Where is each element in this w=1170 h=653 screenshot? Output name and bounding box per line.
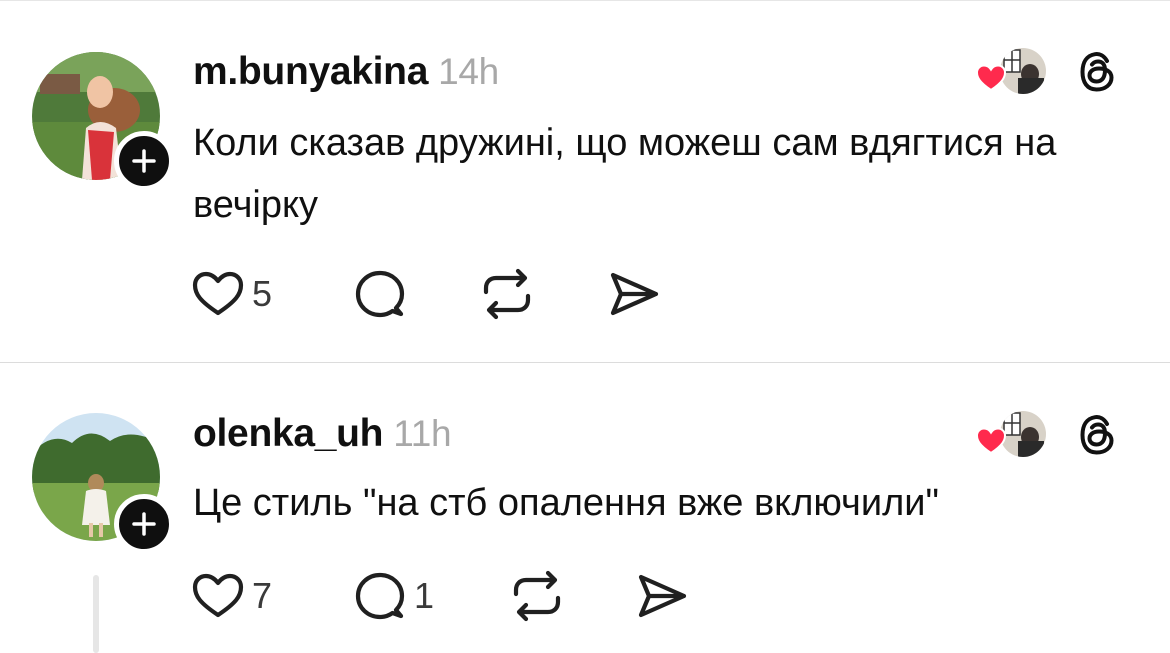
red-heart-icon <box>976 64 1006 92</box>
liker-avatar <box>1000 48 1046 94</box>
comment-icon <box>355 572 405 620</box>
heart-icon <box>192 573 244 618</box>
reply-button[interactable]: 1 <box>354 566 434 626</box>
timestamp: 14h <box>438 51 499 92</box>
reply-count: 1 <box>414 575 435 616</box>
action-bar: 7 1 <box>192 566 712 626</box>
plus-icon <box>132 512 156 536</box>
repost-icon <box>513 570 561 622</box>
like-count: 7 <box>252 575 273 616</box>
send-icon <box>610 272 659 316</box>
post-text: Це стиль "на стб опалення вже включили" <box>193 482 939 524</box>
liker-avatar <box>1000 411 1046 457</box>
username[interactable]: m.bunyakina <box>193 50 428 93</box>
comment-icon <box>355 270 405 318</box>
post-text: Коли сказав дружині, що можеш сам вдягти… <box>193 122 1057 226</box>
post[interactable]: m.bunyakina 14h Коли сказав дружині, що м… <box>0 0 1170 362</box>
thread-connector-line <box>93 575 99 653</box>
reply-button[interactable] <box>354 264 406 324</box>
threads-logo-icon[interactable] <box>1074 411 1122 459</box>
share-button[interactable] <box>636 566 688 626</box>
share-button[interactable] <box>608 264 660 324</box>
post-header: m.bunyakina 14h <box>193 50 499 94</box>
liked-by[interactable] <box>976 411 1048 459</box>
threads-logo-icon[interactable] <box>1074 48 1122 96</box>
red-heart-icon <box>976 427 1006 455</box>
repost-button[interactable] <box>480 264 534 324</box>
like-button[interactable]: 5 <box>192 264 272 324</box>
follow-button[interactable] <box>114 494 174 554</box>
like-count: 5 <box>252 273 273 314</box>
heart-icon <box>192 271 244 316</box>
repost-icon <box>483 268 531 320</box>
plus-icon <box>132 149 156 173</box>
repost-button[interactable] <box>510 566 564 626</box>
follow-button[interactable] <box>114 131 174 191</box>
liked-by[interactable] <box>976 48 1048 96</box>
like-button[interactable]: 7 <box>192 566 272 626</box>
username[interactable]: olenka_uh <box>193 412 383 455</box>
action-bar: 5 <box>192 264 712 324</box>
timestamp: 11h <box>393 413 452 454</box>
post-header: olenka_uh 11h <box>193 412 452 456</box>
send-icon <box>638 574 687 618</box>
post[interactable]: olenka_uh 11h Це стиль "на стб опалення в… <box>0 363 1170 653</box>
